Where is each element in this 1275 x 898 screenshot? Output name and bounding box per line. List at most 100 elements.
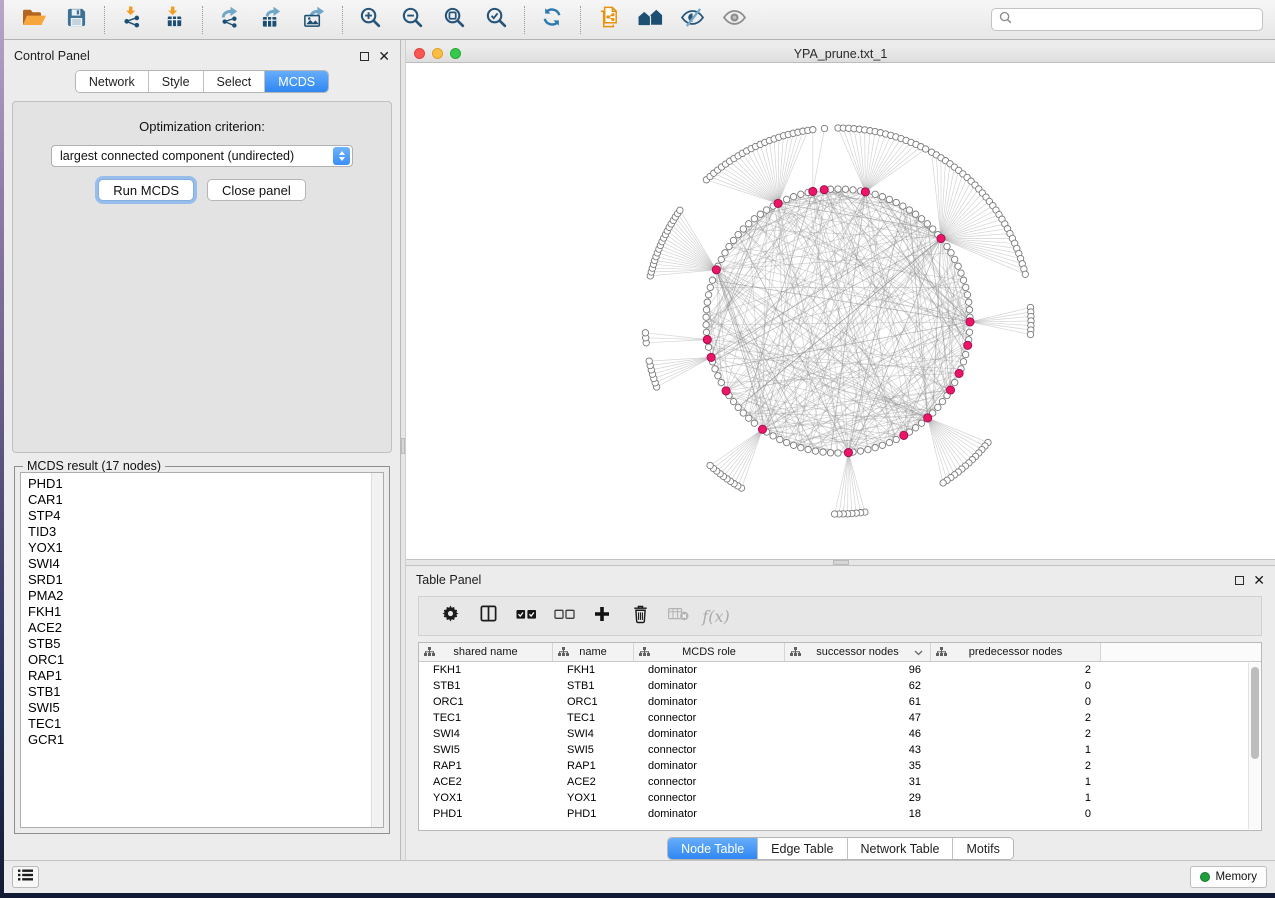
mcds-result-item[interactable]: GCR1 xyxy=(28,732,371,748)
table-cell[interactable]: connector xyxy=(634,742,785,758)
table-scrollbar[interactable] xyxy=(1248,663,1260,829)
tab-style[interactable]: Style xyxy=(149,71,204,92)
horizontal-splitter[interactable] xyxy=(406,559,1275,566)
mcds-result-item[interactable]: STP4 xyxy=(28,508,371,524)
table-cell[interactable]: 31 xyxy=(785,774,931,790)
table-cell[interactable]: ACE2 xyxy=(553,774,634,790)
column-header-successor-nodes[interactable]: successor nodes xyxy=(785,643,931,661)
table-row[interactable]: ACE2ACE2connector311 xyxy=(419,774,1261,790)
deselect-all-button[interactable] xyxy=(545,601,583,631)
select-all-button[interactable] xyxy=(507,601,545,631)
table-cell[interactable]: 2 xyxy=(931,758,1101,774)
search-field[interactable] xyxy=(991,8,1263,31)
zoom-selected-button[interactable] xyxy=(478,5,514,35)
table-cell[interactable]: dominator xyxy=(634,726,785,742)
close-panel-button[interactable]: Close panel xyxy=(207,179,306,201)
float-panel-icon[interactable] xyxy=(360,52,369,61)
zoom-fit-button[interactable] xyxy=(436,5,472,35)
search-input[interactable] xyxy=(1017,13,1255,27)
table-cell[interactable]: dominator xyxy=(634,662,785,678)
mcds-result-item[interactable]: TEC1 xyxy=(28,716,371,732)
table-cell[interactable]: 18 xyxy=(785,806,931,822)
table-cell[interactable]: PHD1 xyxy=(553,806,634,822)
mcds-result-item[interactable]: SRD1 xyxy=(28,572,371,588)
table-cell[interactable]: SWI4 xyxy=(419,726,553,742)
table-cell[interactable]: STB1 xyxy=(419,678,553,694)
splitter-grip[interactable] xyxy=(833,560,849,565)
network-window-titlebar[interactable]: YPA_prune.txt_1 xyxy=(406,45,1275,63)
mcds-result-item[interactable]: YOX1 xyxy=(28,540,371,556)
table-cell[interactable]: 1 xyxy=(931,742,1101,758)
close-panel-icon[interactable]: ✕ xyxy=(1253,575,1265,585)
table-cell[interactable]: 1 xyxy=(931,774,1101,790)
table-row[interactable]: FKH1FKH1dominator962 xyxy=(419,662,1261,678)
task-history-button[interactable] xyxy=(12,866,39,888)
table-cell[interactable]: SWI5 xyxy=(419,742,553,758)
table-cell[interactable]: 61 xyxy=(785,694,931,710)
mcds-result-item[interactable]: PMA2 xyxy=(28,588,371,604)
table-cell[interactable]: YOX1 xyxy=(419,790,553,806)
tab-mcds[interactable]: MCDS xyxy=(265,71,328,92)
export-table-button[interactable] xyxy=(254,5,290,35)
table-cell[interactable]: 2 xyxy=(931,662,1101,678)
table-cell[interactable]: 96 xyxy=(785,662,931,678)
mcds-result-item[interactable]: STB5 xyxy=(28,636,371,652)
table-cell[interactable]: 0 xyxy=(931,806,1101,822)
table-cell[interactable]: ORC1 xyxy=(419,694,553,710)
tab-edge-table[interactable]: Edge Table xyxy=(758,838,847,859)
close-panel-icon[interactable]: ✕ xyxy=(378,51,390,61)
scrollbar-thumb[interactable] xyxy=(1251,667,1259,759)
table-cell[interactable]: 2 xyxy=(931,710,1101,726)
table-cell[interactable]: STB1 xyxy=(553,678,634,694)
save-button[interactable] xyxy=(58,5,94,35)
mcds-result-item[interactable]: PHD1 xyxy=(28,476,371,492)
mcds-result-item[interactable]: FKH1 xyxy=(28,604,371,620)
tab-network-table[interactable]: Network Table xyxy=(848,838,954,859)
network-canvas[interactable] xyxy=(406,63,1275,559)
table-cell[interactable]: dominator xyxy=(634,678,785,694)
table-cell[interactable]: ACE2 xyxy=(419,774,553,790)
table-cell[interactable]: TEC1 xyxy=(553,710,634,726)
mcds-result-item[interactable]: SWI4 xyxy=(28,556,371,572)
table-cell[interactable]: ORC1 xyxy=(553,694,634,710)
splitter-grip[interactable] xyxy=(401,438,405,454)
mcds-result-item[interactable]: TID3 xyxy=(28,524,371,540)
tab-node-table[interactable]: Node Table xyxy=(668,838,758,859)
table-cell[interactable]: 43 xyxy=(785,742,931,758)
open-file-button[interactable] xyxy=(16,5,52,35)
table-cell[interactable]: 2 xyxy=(931,726,1101,742)
add-column-button[interactable] xyxy=(583,601,621,631)
mcds-result-item[interactable]: SWI5 xyxy=(28,700,371,716)
table-cell[interactable]: 1 xyxy=(931,790,1101,806)
table-cell[interactable]: RAP1 xyxy=(419,758,553,774)
mcds-result-item[interactable]: STB1 xyxy=(28,684,371,700)
mcds-result-item[interactable]: RAP1 xyxy=(28,668,371,684)
mcds-result-item[interactable]: ORC1 xyxy=(28,652,371,668)
mcds-result-item[interactable]: CAR1 xyxy=(28,492,371,508)
clone-network-button[interactable] xyxy=(590,5,626,35)
table-cell[interactable]: 29 xyxy=(785,790,931,806)
tab-select[interactable]: Select xyxy=(204,71,266,92)
table-cell[interactable]: connector xyxy=(634,774,785,790)
table-cell[interactable]: 62 xyxy=(785,678,931,694)
table-row[interactable]: TEC1TEC1connector472 xyxy=(419,710,1261,726)
table-cell[interactable]: dominator xyxy=(634,758,785,774)
import-table-button[interactable] xyxy=(156,5,192,35)
table-cell[interactable]: connector xyxy=(634,710,785,726)
column-header-name[interactable]: name xyxy=(553,643,634,661)
show-graphics-details-button[interactable] xyxy=(716,5,752,35)
table-cell[interactable]: FKH1 xyxy=(553,662,634,678)
table-row[interactable]: YOX1YOX1connector291 xyxy=(419,790,1261,806)
export-image-button[interactable] xyxy=(296,5,332,35)
table-row[interactable]: SWI5SWI5connector431 xyxy=(419,742,1261,758)
result-list-scrollbar[interactable] xyxy=(371,473,383,827)
table-cell[interactable]: 0 xyxy=(931,678,1101,694)
column-header-shared-name[interactable]: shared name xyxy=(419,643,553,661)
table-row[interactable]: RAP1RAP1dominator352 xyxy=(419,758,1261,774)
table-cell[interactable]: 46 xyxy=(785,726,931,742)
table-cell[interactable]: SWI5 xyxy=(553,742,634,758)
hide-graphics-details-button[interactable] xyxy=(674,5,710,35)
column-header-MCDS-role[interactable]: MCDS role xyxy=(634,643,785,661)
table-cell[interactable]: 0 xyxy=(931,694,1101,710)
export-network-button[interactable] xyxy=(212,5,248,35)
